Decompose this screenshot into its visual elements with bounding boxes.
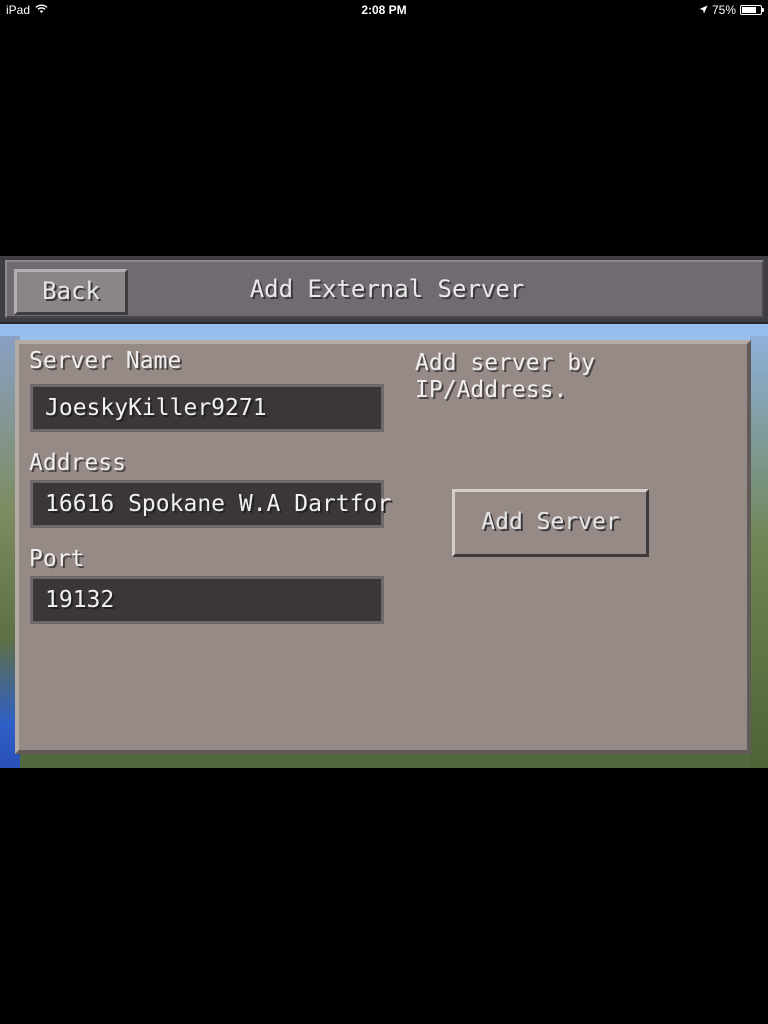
header-inner: Back Add External Server bbox=[5, 260, 764, 318]
screen: iPad 2:08 PM 75% Back Add External Serve… bbox=[0, 0, 768, 1024]
add-server-hint: Add server by IP/Address. bbox=[415, 350, 596, 403]
port-field[interactable]: 19132 bbox=[30, 576, 384, 624]
server-name-label: Server Name bbox=[29, 348, 182, 374]
server-name-field[interactable]: JoeskyKiller9271 bbox=[30, 384, 384, 432]
address-field[interactable]: 16616 Spokane W.A Dartfor bbox=[30, 480, 391, 528]
background-landscape-right bbox=[750, 336, 768, 768]
port-label: Port bbox=[29, 546, 85, 572]
address-label: Address bbox=[29, 450, 126, 476]
page-title: Add External Server bbox=[249, 275, 525, 303]
status-bar: iPad 2:08 PM 75% bbox=[0, 0, 768, 20]
location-arrow-icon bbox=[699, 3, 708, 17]
battery-percent: 75% bbox=[711, 3, 736, 17]
add-server-button[interactable]: Add Server bbox=[452, 489, 649, 557]
game-viewport: Back Add External Server Server Name Joe… bbox=[0, 256, 768, 768]
add-server-panel: Server Name JoeskyKiller9271 Address 166… bbox=[15, 340, 751, 754]
header-bar: Back Add External Server bbox=[0, 256, 768, 324]
status-time: 2:08 PM bbox=[361, 3, 407, 17]
battery-fill bbox=[742, 7, 756, 13]
battery-icon bbox=[740, 5, 764, 15]
status-right: 75% bbox=[699, 3, 764, 17]
back-button[interactable]: Back bbox=[14, 269, 128, 315]
